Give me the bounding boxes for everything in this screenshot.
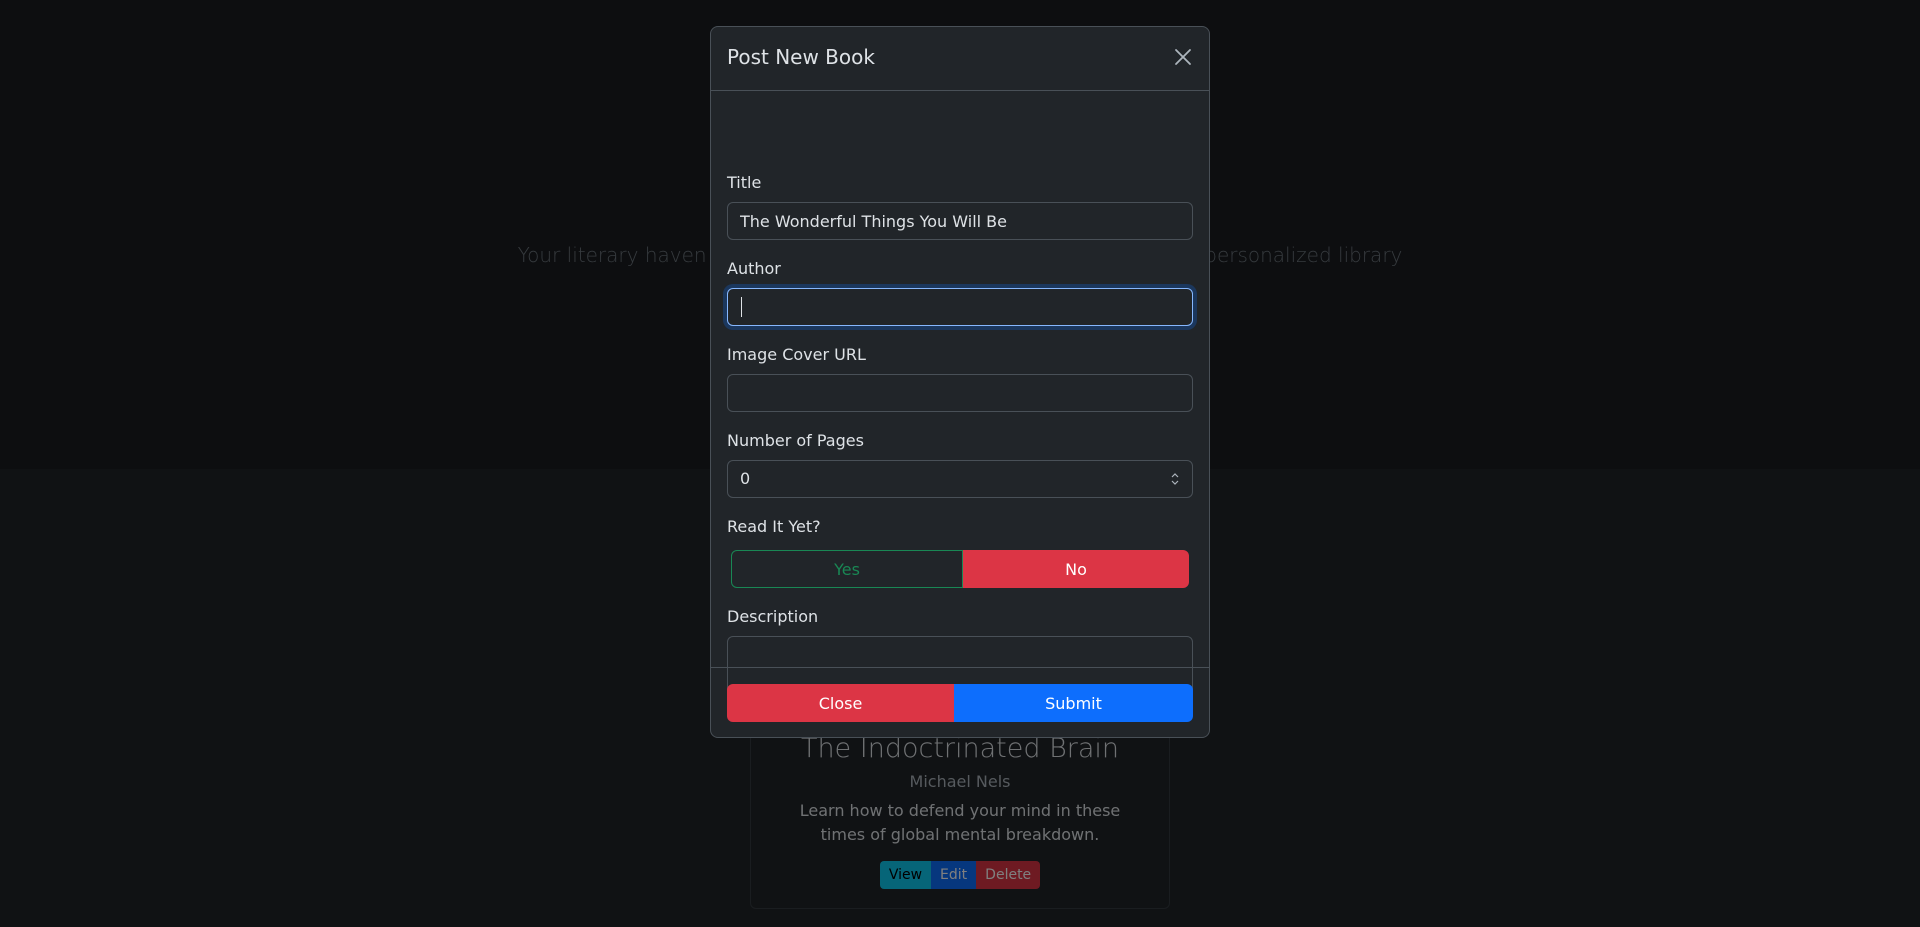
- author-label: Author: [727, 259, 781, 278]
- stepper-icon[interactable]: [1170, 471, 1180, 487]
- post-book-modal: Post New Book Title Author Image Cover U…: [710, 26, 1210, 738]
- read-yes-button[interactable]: Yes: [731, 550, 963, 588]
- modal-footer: Close Submit: [711, 667, 1209, 737]
- read-toggle-group: Yes No: [731, 550, 1189, 588]
- description-label: Description: [727, 607, 819, 626]
- pages-label: Number of Pages: [727, 431, 864, 450]
- cover-url-label: Image Cover URL: [727, 345, 866, 364]
- title-input[interactable]: [727, 202, 1193, 240]
- modal-title: Post New Book: [727, 45, 875, 69]
- author-input[interactable]: [727, 288, 1193, 326]
- title-label: Title: [727, 173, 762, 192]
- close-button[interactable]: Close: [727, 684, 954, 722]
- modal-body: Title Author Image Cover URL Number of P…: [711, 91, 1209, 698]
- read-no-button[interactable]: No: [963, 550, 1189, 588]
- cover-url-input[interactable]: [727, 374, 1193, 412]
- close-icon[interactable]: [1173, 47, 1193, 67]
- pages-input[interactable]: 0: [727, 460, 1193, 498]
- footer-actions: Close Submit: [727, 684, 1193, 722]
- modal-header: Post New Book: [711, 27, 1209, 91]
- submit-button[interactable]: Submit: [954, 684, 1193, 722]
- read-label: Read It Yet?: [727, 517, 821, 536]
- pages-value: 0: [740, 469, 751, 488]
- text-caret: [741, 297, 742, 317]
